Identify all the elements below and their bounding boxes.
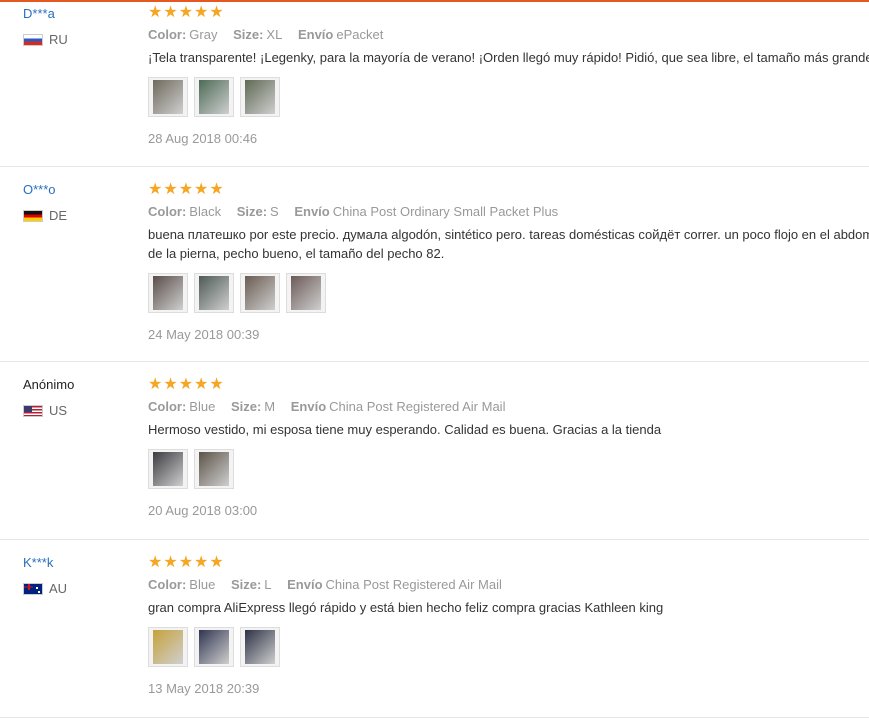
reviewer-country: RU	[23, 32, 68, 47]
review-body: ★★★★★ Color: Gray Size: XL Envío ePacket ¡T…	[148, 4, 869, 146]
review-body: ★★★★★ Color: Blue Size: L Envío China Post …	[148, 554, 869, 696]
reviewer-name[interactable]: K***k	[23, 554, 67, 571]
review-photo-thumbnail[interactable]	[148, 273, 188, 313]
review-photo-thumbnail[interactable]	[148, 77, 188, 117]
attr-value: China Post Ordinary Small Packet Plus	[332, 204, 559, 219]
country-code: US	[49, 403, 68, 418]
star-rating: ★★★★★	[148, 376, 225, 393]
review-photos	[148, 449, 869, 489]
photo-image	[291, 276, 321, 310]
attr-key: Size:	[236, 204, 268, 219]
review-text: gran compra AliExpress llegó rápido y es…	[148, 600, 664, 615]
review-item: O***o DE ★★★★★ Color: Black Size: S Envío C…	[0, 167, 869, 362]
review-body: ★★★★★ Color: Black Size: S Envío China Post…	[148, 181, 869, 342]
order-attributes: Color: Gray Size: XL Envío ePacket	[148, 27, 869, 42]
review-photo-thumbnail[interactable]	[194, 449, 234, 489]
review-text: ¡Tela transparente! ¡Legenky, para la ma…	[148, 50, 869, 65]
review-item: K***k AU ★★★★★ Color: Blue Size: L Envío Ch…	[0, 540, 869, 718]
attr-value: Black	[189, 204, 222, 219]
russia-flag-icon	[23, 33, 43, 46]
review-photo-thumbnail[interactable]	[194, 627, 234, 667]
review-text: Hermoso vestido, mi esposa tiene muy esp…	[148, 422, 662, 437]
review-photos	[148, 273, 869, 313]
attr-key: Size:	[230, 577, 262, 592]
attr-value: ePacket	[336, 27, 384, 42]
attr-key: Envío	[290, 399, 327, 414]
attr-key: Color:	[148, 577, 187, 592]
photo-image	[199, 452, 229, 486]
review-photo-thumbnail[interactable]	[194, 77, 234, 117]
order-attributes: Color: Black Size: S Envío China Post Ordin…	[148, 204, 869, 219]
review-photo-thumbnail[interactable]	[148, 627, 188, 667]
reviewer-info: D***a RU	[23, 2, 68, 47]
attr-value: M	[264, 399, 276, 414]
attr-key: Color:	[148, 399, 187, 414]
attr-key: Size:	[230, 399, 262, 414]
australia-flag-icon	[23, 582, 43, 595]
attr-key: Size:	[233, 27, 264, 42]
photo-image	[199, 276, 229, 310]
attr-key: Color:	[148, 27, 187, 42]
photo-image	[245, 80, 275, 114]
review-photo-thumbnail[interactable]	[240, 77, 280, 117]
reviewer-info: Anónimo US	[23, 376, 74, 418]
star-rating: ★★★★★	[148, 4, 225, 21]
reviewer-name[interactable]: D***a	[23, 5, 68, 22]
review-date: 20 Aug 2018 03:00	[148, 503, 258, 518]
reviewer-name[interactable]: O***o	[23, 181, 67, 198]
attr-key: Color:	[148, 204, 187, 219]
reviewer-info: K***k AU	[23, 554, 67, 596]
review-photo-thumbnail[interactable]	[240, 627, 280, 667]
attr-key: Envío	[297, 27, 334, 42]
order-attributes: Color: Blue Size: M Envío China Post Regist…	[148, 399, 869, 414]
star-rating: ★★★★★	[148, 554, 225, 571]
attr-key: Envío	[287, 577, 323, 592]
photo-image	[245, 630, 275, 664]
photo-image	[153, 630, 183, 664]
germany-flag-icon	[23, 209, 43, 222]
country-code: DE	[49, 208, 68, 223]
photo-image	[153, 452, 183, 486]
photo-image	[153, 80, 183, 114]
reviewer-country: AU	[23, 581, 67, 596]
review-photo-thumbnail[interactable]	[194, 273, 234, 313]
reviewer-name: Anónimo	[23, 377, 75, 392]
review-body: ★★★★★ Color: Blue Size: M Envío China Post …	[148, 376, 869, 518]
attr-value: XL	[266, 27, 283, 42]
attr-key: Envío	[294, 204, 330, 219]
attr-value: L	[264, 577, 272, 592]
photo-image	[199, 80, 229, 114]
review-item: D***a RU ★★★★★ Color: Gray Size: XL Envío e…	[0, 2, 869, 167]
review-photo-thumbnail[interactable]	[286, 273, 326, 313]
attr-value: China Post Registered Air Mail	[325, 577, 502, 592]
country-code: RU	[49, 32, 68, 47]
review-text: buena платешко por este precio. думала a…	[148, 227, 869, 261]
attr-value: China Post Registered Air Mail	[329, 399, 506, 414]
attr-value: S	[270, 204, 279, 219]
usa-flag-icon	[23, 404, 43, 417]
photo-image	[199, 630, 229, 664]
review-date: 24 May 2018 00:39	[148, 327, 260, 342]
review-date: 28 Aug 2018 00:46	[148, 131, 258, 146]
attr-value: Blue	[189, 577, 216, 592]
attr-value: Blue	[189, 399, 216, 414]
review-date: 13 May 2018 20:39	[148, 681, 260, 696]
country-code: AU	[49, 581, 68, 596]
reviewer-country: DE	[23, 208, 67, 223]
review-photo-thumbnail[interactable]	[148, 449, 188, 489]
review-photo-thumbnail[interactable]	[240, 273, 280, 313]
reviewer-info: O***o DE	[23, 181, 67, 223]
review-photos	[148, 77, 869, 117]
star-rating: ★★★★★	[148, 181, 225, 198]
attr-value: Gray	[189, 27, 218, 42]
review-photos	[148, 627, 869, 667]
review-item: Anónimo US ★★★★★ Color: Blue Size: M Envío…	[0, 362, 869, 540]
order-attributes: Color: Blue Size: L Envío China Post Regist…	[148, 577, 869, 592]
photo-image	[245, 276, 275, 310]
reviewer-country: US	[23, 403, 74, 418]
photo-image	[153, 276, 183, 310]
review-list: D***a RU ★★★★★ Color: Gray Size: XL Envío e…	[0, 2, 869, 718]
